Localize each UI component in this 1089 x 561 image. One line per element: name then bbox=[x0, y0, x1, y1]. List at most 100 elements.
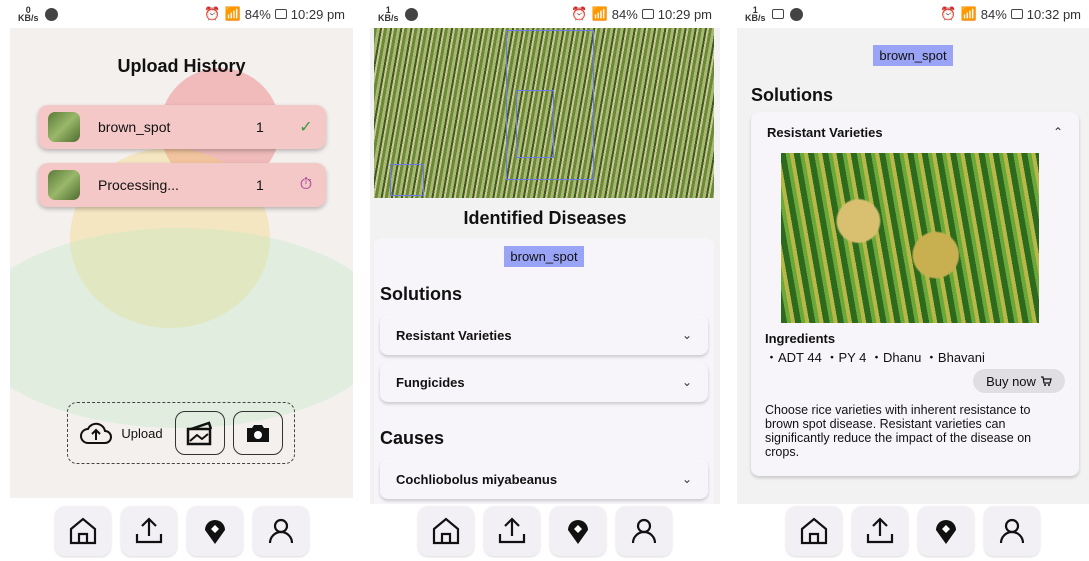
clock: 10:29 pm bbox=[290, 6, 345, 22]
clock: 10:29 pm bbox=[657, 6, 712, 22]
signal-icon: 📶 bbox=[960, 6, 977, 21]
app-notification-icon bbox=[404, 7, 418, 21]
app-notification-icon bbox=[789, 7, 803, 21]
ingredients-list: ・ADT 44 ・PY 4 ・Dhanu ・Bhavani bbox=[765, 350, 985, 365]
battery-level: 84% bbox=[611, 6, 638, 22]
camera-button[interactable] bbox=[232, 411, 283, 455]
buy-now-label: Buy now bbox=[986, 373, 1036, 389]
gallery-icon bbox=[186, 421, 212, 446]
app-notification-icon bbox=[44, 7, 58, 21]
nav-upload-button[interactable] bbox=[852, 506, 908, 556]
causes-title: Causes bbox=[380, 428, 445, 448]
chevron-down-icon: ⌄ bbox=[681, 472, 692, 486]
profile-icon bbox=[268, 518, 293, 544]
solutions-title: Solutions bbox=[380, 284, 462, 304]
history-item[interactable]: Processing... 1 ⏱ bbox=[38, 163, 326, 207]
section-title: Identified Diseases bbox=[463, 208, 627, 228]
signal-icon: 📶 bbox=[224, 6, 241, 21]
chevron-up-icon: ⌃ bbox=[1052, 125, 1063, 139]
alarm-icon: ⏰ bbox=[204, 6, 221, 21]
nav-profile-button[interactable] bbox=[984, 506, 1040, 556]
chevron-down-icon: ⌄ bbox=[681, 328, 692, 342]
network-speed: 1 KB/s bbox=[378, 5, 399, 23]
buy-now-button[interactable]: Buy now bbox=[973, 369, 1065, 393]
cart-icon bbox=[1040, 376, 1052, 386]
signal-icon: 📶 bbox=[591, 6, 608, 21]
accordion-label: Resistant Varieties bbox=[396, 327, 512, 343]
battery-icon bbox=[641, 9, 654, 19]
upload-label: Upload bbox=[121, 425, 163, 441]
nav-location-button[interactable] bbox=[550, 506, 606, 556]
main-content: brown_spot Solutions Resistant Varieties… bbox=[737, 28, 1089, 504]
location-icon bbox=[204, 520, 225, 544]
timer-icon: ⏱ bbox=[299, 176, 313, 193]
profile-icon bbox=[631, 518, 657, 544]
accordion-cause[interactable]: Cochliobolus miyabeanus ⌄ bbox=[380, 459, 708, 499]
solution-detail-screen: 1 KB/s ⏰ 📶 84% 10:32 pm brown_spot Solutions… bbox=[737, 0, 1089, 561]
status-bar: 0 KB/s ⏰ 📶 84% 10:29 pm bbox=[10, 0, 353, 28]
location-icon bbox=[936, 520, 956, 544]
bottom-navigation bbox=[370, 501, 720, 561]
nav-upload-button[interactable] bbox=[120, 506, 177, 556]
nav-location-button[interactable] bbox=[186, 506, 243, 556]
camera-icon bbox=[246, 425, 269, 442]
status-bar: 1 KB/s ⏰ 📶 84% 10:32 pm bbox=[737, 0, 1089, 28]
main-content: Upload History brown_spot 1 ✓ Processing… bbox=[10, 28, 353, 498]
home-icon bbox=[800, 517, 828, 545]
nav-home-button[interactable] bbox=[54, 506, 111, 556]
nav-upload-button[interactable] bbox=[484, 506, 540, 556]
profile-icon bbox=[999, 518, 1025, 544]
page-title: Upload History bbox=[117, 56, 246, 76]
history-item-name: brown_spot bbox=[98, 119, 171, 135]
gallery-button[interactable] bbox=[174, 411, 225, 455]
nav-home-button[interactable] bbox=[418, 506, 474, 556]
battery-icon bbox=[1010, 9, 1023, 19]
detection-box bbox=[516, 90, 554, 158]
alarm-icon: ⏰ bbox=[571, 6, 588, 21]
nav-home-button[interactable] bbox=[786, 506, 842, 556]
accordion-label: Fungicides bbox=[396, 374, 465, 390]
bottom-navigation bbox=[10, 501, 353, 561]
history-item[interactable]: brown_spot 1 ✓ bbox=[38, 105, 326, 149]
history-item-count: 1 bbox=[256, 177, 264, 193]
alarm-icon: ⏰ bbox=[940, 6, 957, 21]
ingredients-title: Ingredients bbox=[765, 331, 836, 346]
history-thumbnail bbox=[48, 112, 80, 142]
solution-description: Choose rice varieties with inherent resi… bbox=[765, 403, 1032, 459]
main-content: Identified Diseases brown_spot Solutions… bbox=[370, 28, 720, 504]
upload-icon bbox=[498, 517, 526, 544]
detection-box bbox=[390, 164, 424, 196]
disease-results-screen: 1 KB/s ⏰ 📶 84% 10:29 pm Identified Diseases … bbox=[370, 0, 720, 561]
battery-level: 84% bbox=[244, 6, 271, 22]
accordion-label: Resistant Varieties bbox=[767, 124, 883, 140]
history-item-count: 1 bbox=[256, 119, 264, 135]
solutions-title: Solutions bbox=[751, 85, 833, 105]
nav-location-button[interactable] bbox=[918, 506, 974, 556]
upload-area[interactable]: Upload bbox=[67, 402, 295, 464]
upload-icon bbox=[135, 517, 162, 544]
home-icon bbox=[69, 517, 96, 545]
history-item-name: Processing... bbox=[98, 177, 179, 193]
disease-tag: brown_spot bbox=[504, 246, 584, 267]
status-bar: 1 KB/s ⏰ 📶 84% 10:29 pm bbox=[370, 0, 720, 28]
accordion-resistant-varieties[interactable]: Resistant Varieties ⌄ bbox=[380, 315, 708, 355]
upload-history-screen: 0 KB/s ⏰ 📶 84% 10:29 pm Upload History brown… bbox=[10, 0, 353, 561]
battery-level: 84% bbox=[980, 6, 1007, 22]
nav-profile-button[interactable] bbox=[616, 506, 672, 556]
variety-image bbox=[781, 153, 1039, 323]
image-notification-icon bbox=[771, 9, 784, 19]
home-icon bbox=[432, 517, 460, 545]
bottom-navigation bbox=[737, 501, 1089, 561]
upload-icon bbox=[866, 517, 894, 544]
background-decoration bbox=[10, 228, 353, 428]
network-speed: 0 KB/s bbox=[18, 5, 39, 23]
accordion-fungicides[interactable]: Fungicides ⌄ bbox=[380, 362, 708, 402]
nav-profile-button[interactable] bbox=[252, 506, 309, 556]
network-speed: 1 KB/s bbox=[745, 5, 766, 23]
battery-icon bbox=[274, 9, 287, 19]
chevron-down-icon: ⌄ bbox=[681, 375, 692, 389]
accordion-resistant-varieties[interactable]: Resistant Varieties ⌃ bbox=[751, 112, 1079, 152]
accordion-label: Cochliobolus miyabeanus bbox=[396, 471, 558, 487]
history-thumbnail bbox=[48, 170, 80, 200]
disease-tag: brown_spot bbox=[873, 45, 953, 66]
